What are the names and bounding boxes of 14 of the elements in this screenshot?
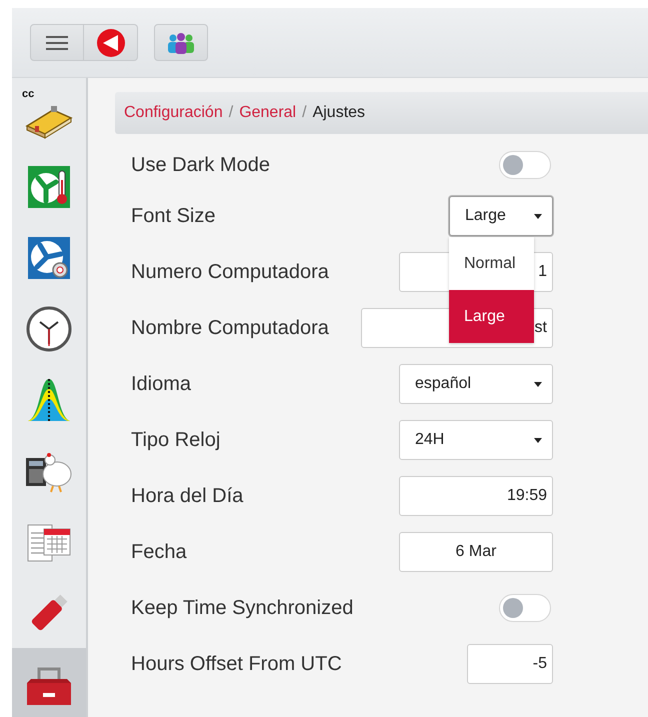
setting-label: Tipo Reloj bbox=[131, 428, 220, 452]
breadcrumb-current: Ajustes bbox=[312, 104, 366, 122]
icon-label: cc bbox=[22, 88, 34, 100]
breadcrumb-separator: / bbox=[228, 104, 234, 122]
setting-label: Hora del Día bbox=[131, 484, 244, 508]
setting-label: Numero Computadora bbox=[131, 260, 329, 284]
breadcrumb-separator: / bbox=[302, 104, 307, 122]
setting-label: Hours Offset From UTC bbox=[131, 652, 342, 676]
setting-label: Nombre Computadora bbox=[131, 316, 329, 340]
setting-label: Font Size bbox=[131, 204, 216, 228]
setting-label: Fecha bbox=[131, 540, 187, 564]
setting-label: Idioma bbox=[131, 372, 192, 396]
setting-label: Use Dark Mode bbox=[131, 154, 270, 176]
setting-label: Keep Time Synchronized bbox=[131, 596, 354, 620]
